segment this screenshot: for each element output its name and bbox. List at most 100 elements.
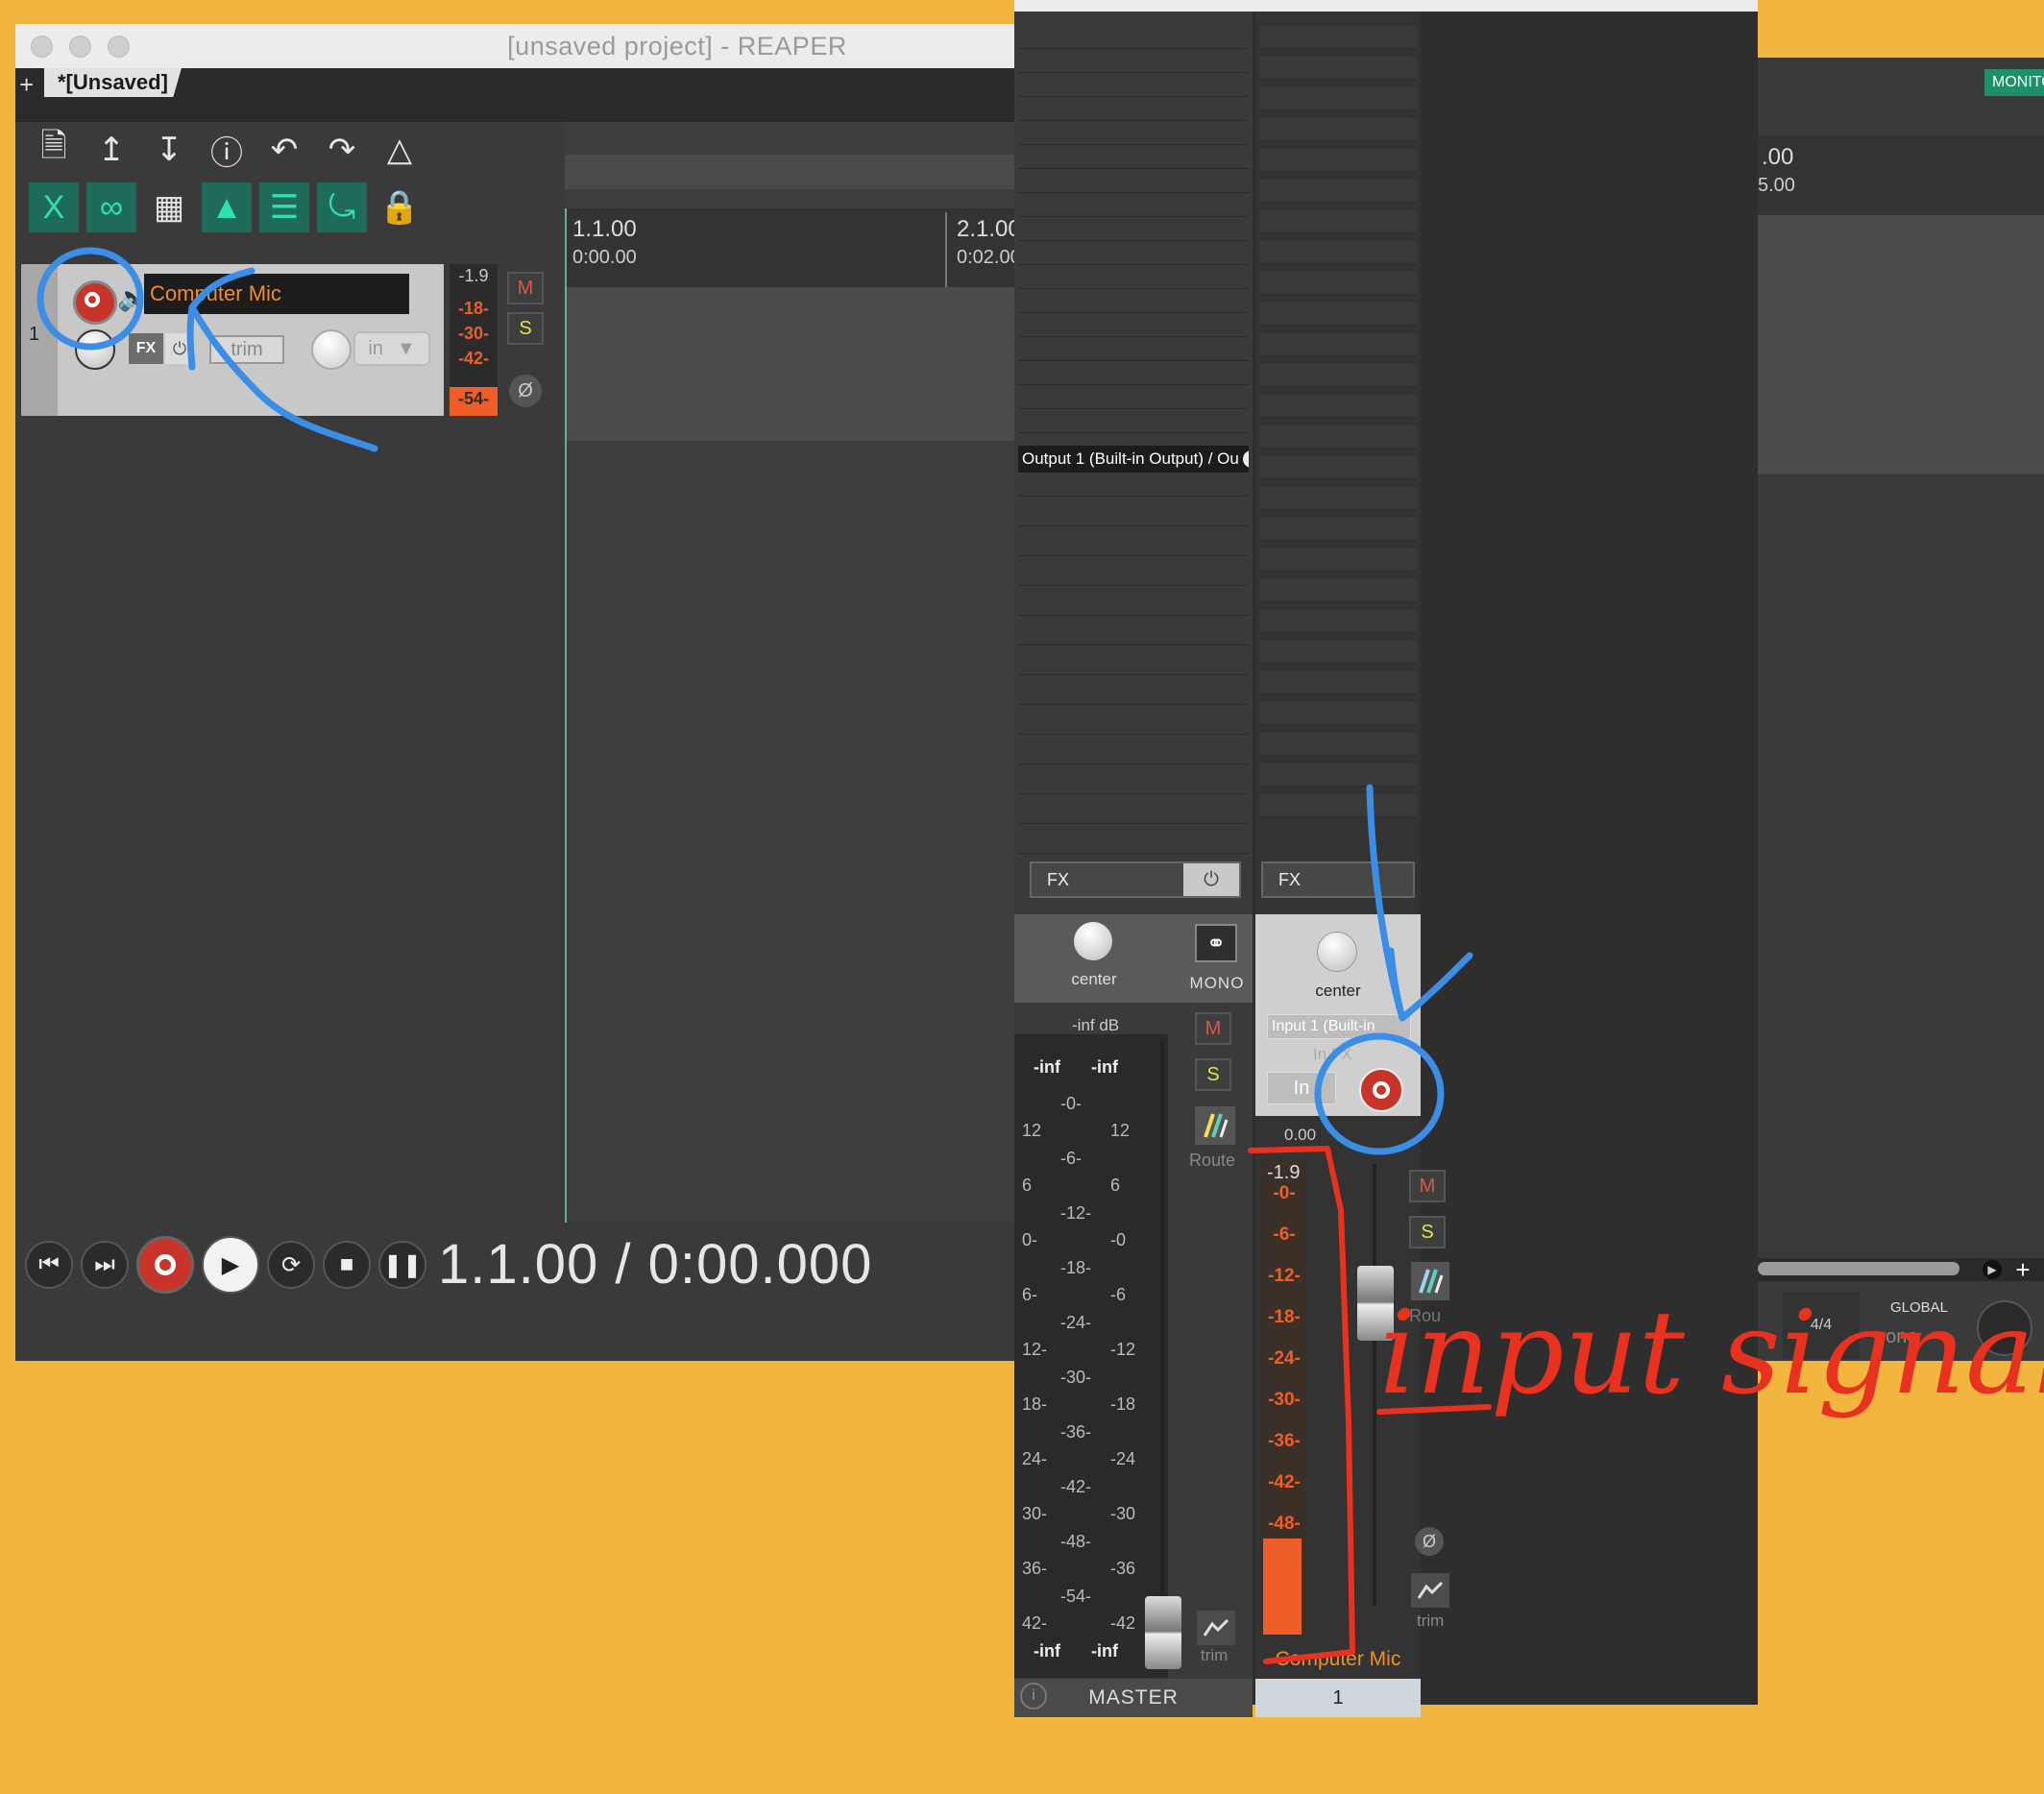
- go-to-start-button[interactable]: ⏮: [25, 1241, 73, 1289]
- fx-slot[interactable]: [1018, 592, 1249, 616]
- fx-slot[interactable]: [1259, 209, 1417, 233]
- save-icon[interactable]: ↧: [144, 125, 194, 175]
- track-fx-slots[interactable]: [1255, 12, 1421, 857]
- link-icon[interactable]: ∞: [86, 182, 136, 232]
- fx-slot[interactable]: [1259, 240, 1417, 264]
- master-pan-knob[interactable]: [1074, 922, 1112, 960]
- fx-slot[interactable]: [1259, 302, 1417, 326]
- input-monitor-button[interactable]: In: [1267, 1072, 1336, 1104]
- fx-slot[interactable]: [1259, 25, 1417, 49]
- stop-button[interactable]: ■: [323, 1241, 371, 1289]
- fx-slot[interactable]: [1018, 265, 1249, 289]
- fx-slot[interactable]: [1018, 800, 1249, 824]
- track-solo-button[interactable]: S: [1409, 1216, 1446, 1249]
- fx-slot[interactable]: [1259, 517, 1417, 541]
- fx-button[interactable]: FX: [129, 333, 163, 364]
- fx-slot[interactable]: [1018, 289, 1249, 313]
- envelope-trim-icon[interactable]: [1197, 1611, 1235, 1645]
- ripple-edit-icon[interactable]: Χ: [29, 182, 79, 232]
- master-mute-button[interactable]: M: [1195, 1012, 1231, 1045]
- mono-stereo-icon[interactable]: ⚭: [1195, 924, 1237, 962]
- phase-invert-button[interactable]: Ø: [509, 375, 542, 407]
- redo-icon[interactable]: ↷: [317, 125, 367, 175]
- info-icon[interactable]: i: [1020, 1683, 1047, 1709]
- record-button[interactable]: [136, 1236, 194, 1294]
- snap-icon[interactable]: ⤿: [317, 182, 367, 232]
- fx-slot[interactable]: [1018, 409, 1249, 433]
- fx-slot[interactable]: [1018, 532, 1249, 556]
- repeat-button[interactable]: ⟳: [267, 1241, 315, 1289]
- project-tab[interactable]: *[Unsaved]: [44, 68, 182, 97]
- arrange-view[interactable]: 1.1.00 0:00.00 2.1.00 0:02.00 ◀: [565, 122, 1022, 1307]
- add-tab-button[interactable]: +: [19, 70, 34, 100]
- group-icon[interactable]: ▲: [202, 182, 252, 232]
- open-icon[interactable]: ↥: [86, 125, 136, 175]
- route-icon[interactable]: [1195, 1106, 1235, 1145]
- fx-slot[interactable]: [1018, 241, 1249, 265]
- region-bar[interactable]: [565, 155, 1022, 189]
- fx-slot[interactable]: [1259, 56, 1417, 80]
- monitor-badge[interactable]: MONITO: [1984, 69, 2044, 96]
- track-lane-right[interactable]: [1758, 215, 2044, 474]
- fx-slot[interactable]: [1018, 711, 1249, 735]
- fx-slot[interactable]: [1018, 385, 1249, 409]
- fx-slot[interactable]: [1018, 145, 1249, 169]
- track-control-panel[interactable]: 1 🔈 Computer Mic FX ⏻ trim in ▼: [21, 264, 444, 416]
- pan-knob[interactable]: [311, 329, 352, 370]
- grid-icon[interactable]: ▦: [144, 182, 194, 232]
- fx-slot[interactable]: [1259, 86, 1417, 110]
- new-project-icon[interactable]: 🗎: [29, 125, 79, 175]
- fx-slot[interactable]: [1259, 455, 1417, 479]
- fx-slot[interactable]: [1018, 73, 1249, 97]
- fx-slot[interactable]: [1259, 394, 1417, 418]
- fx-slot[interactable]: [1259, 424, 1417, 448]
- fx-slot[interactable]: [1259, 793, 1417, 817]
- fx-slot[interactable]: [1018, 169, 1249, 193]
- scroll-right-icon[interactable]: ▶: [1983, 1260, 2002, 1279]
- fx-power-icon[interactable]: ⏻: [165, 333, 194, 364]
- input-fx-label[interactable]: In FX: [1313, 1045, 1352, 1064]
- lock-icon[interactable]: 🔒: [375, 182, 425, 232]
- fx-slot[interactable]: [1018, 473, 1249, 497]
- fx-slot[interactable]: [1018, 361, 1249, 385]
- undo-icon[interactable]: ↶: [259, 125, 309, 175]
- master-knob[interactable]: [1977, 1300, 2032, 1356]
- fx-slot[interactable]: [1018, 49, 1249, 73]
- mute-button[interactable]: M: [507, 272, 544, 304]
- metronome-icon[interactable]: △: [375, 125, 425, 175]
- fx-slot[interactable]: [1018, 337, 1249, 361]
- master-fx-power-icon[interactable]: ⏻: [1183, 863, 1239, 896]
- fx-slot[interactable]: [1018, 621, 1249, 645]
- fx-slot[interactable]: [1018, 770, 1249, 794]
- fx-slot[interactable]: [1259, 179, 1417, 203]
- global-automation[interactable]: GLOBAL none: [1865, 1292, 1981, 1359]
- envelope-trim-icon[interactable]: [1411, 1573, 1449, 1608]
- track-mute-button[interactable]: M: [1409, 1170, 1446, 1202]
- route-icon[interactable]: [1411, 1262, 1449, 1300]
- track-record-arm-button[interactable]: [1359, 1068, 1403, 1112]
- track-pan-knob[interactable]: [1317, 932, 1357, 972]
- fx-slot[interactable]: [1018, 217, 1249, 241]
- fx-slot[interactable]: [1018, 25, 1249, 49]
- fx-slot[interactable]: [1018, 97, 1249, 121]
- fx-slot[interactable]: [1018, 562, 1249, 586]
- fx-slot[interactable]: [1018, 313, 1249, 337]
- timeline-ruler[interactable]: 1.1.00 0:00.00 2.1.00 0:02.00: [565, 208, 1022, 287]
- time-display[interactable]: 1.1.00 / 0:00.000: [438, 1232, 872, 1297]
- fx-slot[interactable]: [1259, 117, 1417, 141]
- timeline-ruler-right[interactable]: .00 5.00: [1758, 136, 2044, 215]
- record-arm-button[interactable]: [73, 280, 117, 325]
- solo-button[interactable]: S: [507, 312, 544, 345]
- add-icon[interactable]: +: [2011, 1255, 2034, 1284]
- play-button[interactable]: ▶: [202, 1236, 259, 1294]
- track-input-select[interactable]: Input 1 (Built-in: [1267, 1014, 1411, 1039]
- master-fx-slots[interactable]: [1014, 12, 1253, 433]
- go-to-end-button[interactable]: ⏭: [81, 1241, 129, 1289]
- track-volume-fader[interactable]: [1357, 1266, 1394, 1341]
- trim-button[interactable]: trim: [209, 335, 284, 364]
- fx-slot[interactable]: [1259, 363, 1417, 387]
- fx-slot[interactable]: [1259, 640, 1417, 664]
- master-send-slots[interactable]: [1014, 473, 1253, 857]
- fx-slot[interactable]: [1259, 578, 1417, 602]
- fx-slot[interactable]: [1259, 732, 1417, 756]
